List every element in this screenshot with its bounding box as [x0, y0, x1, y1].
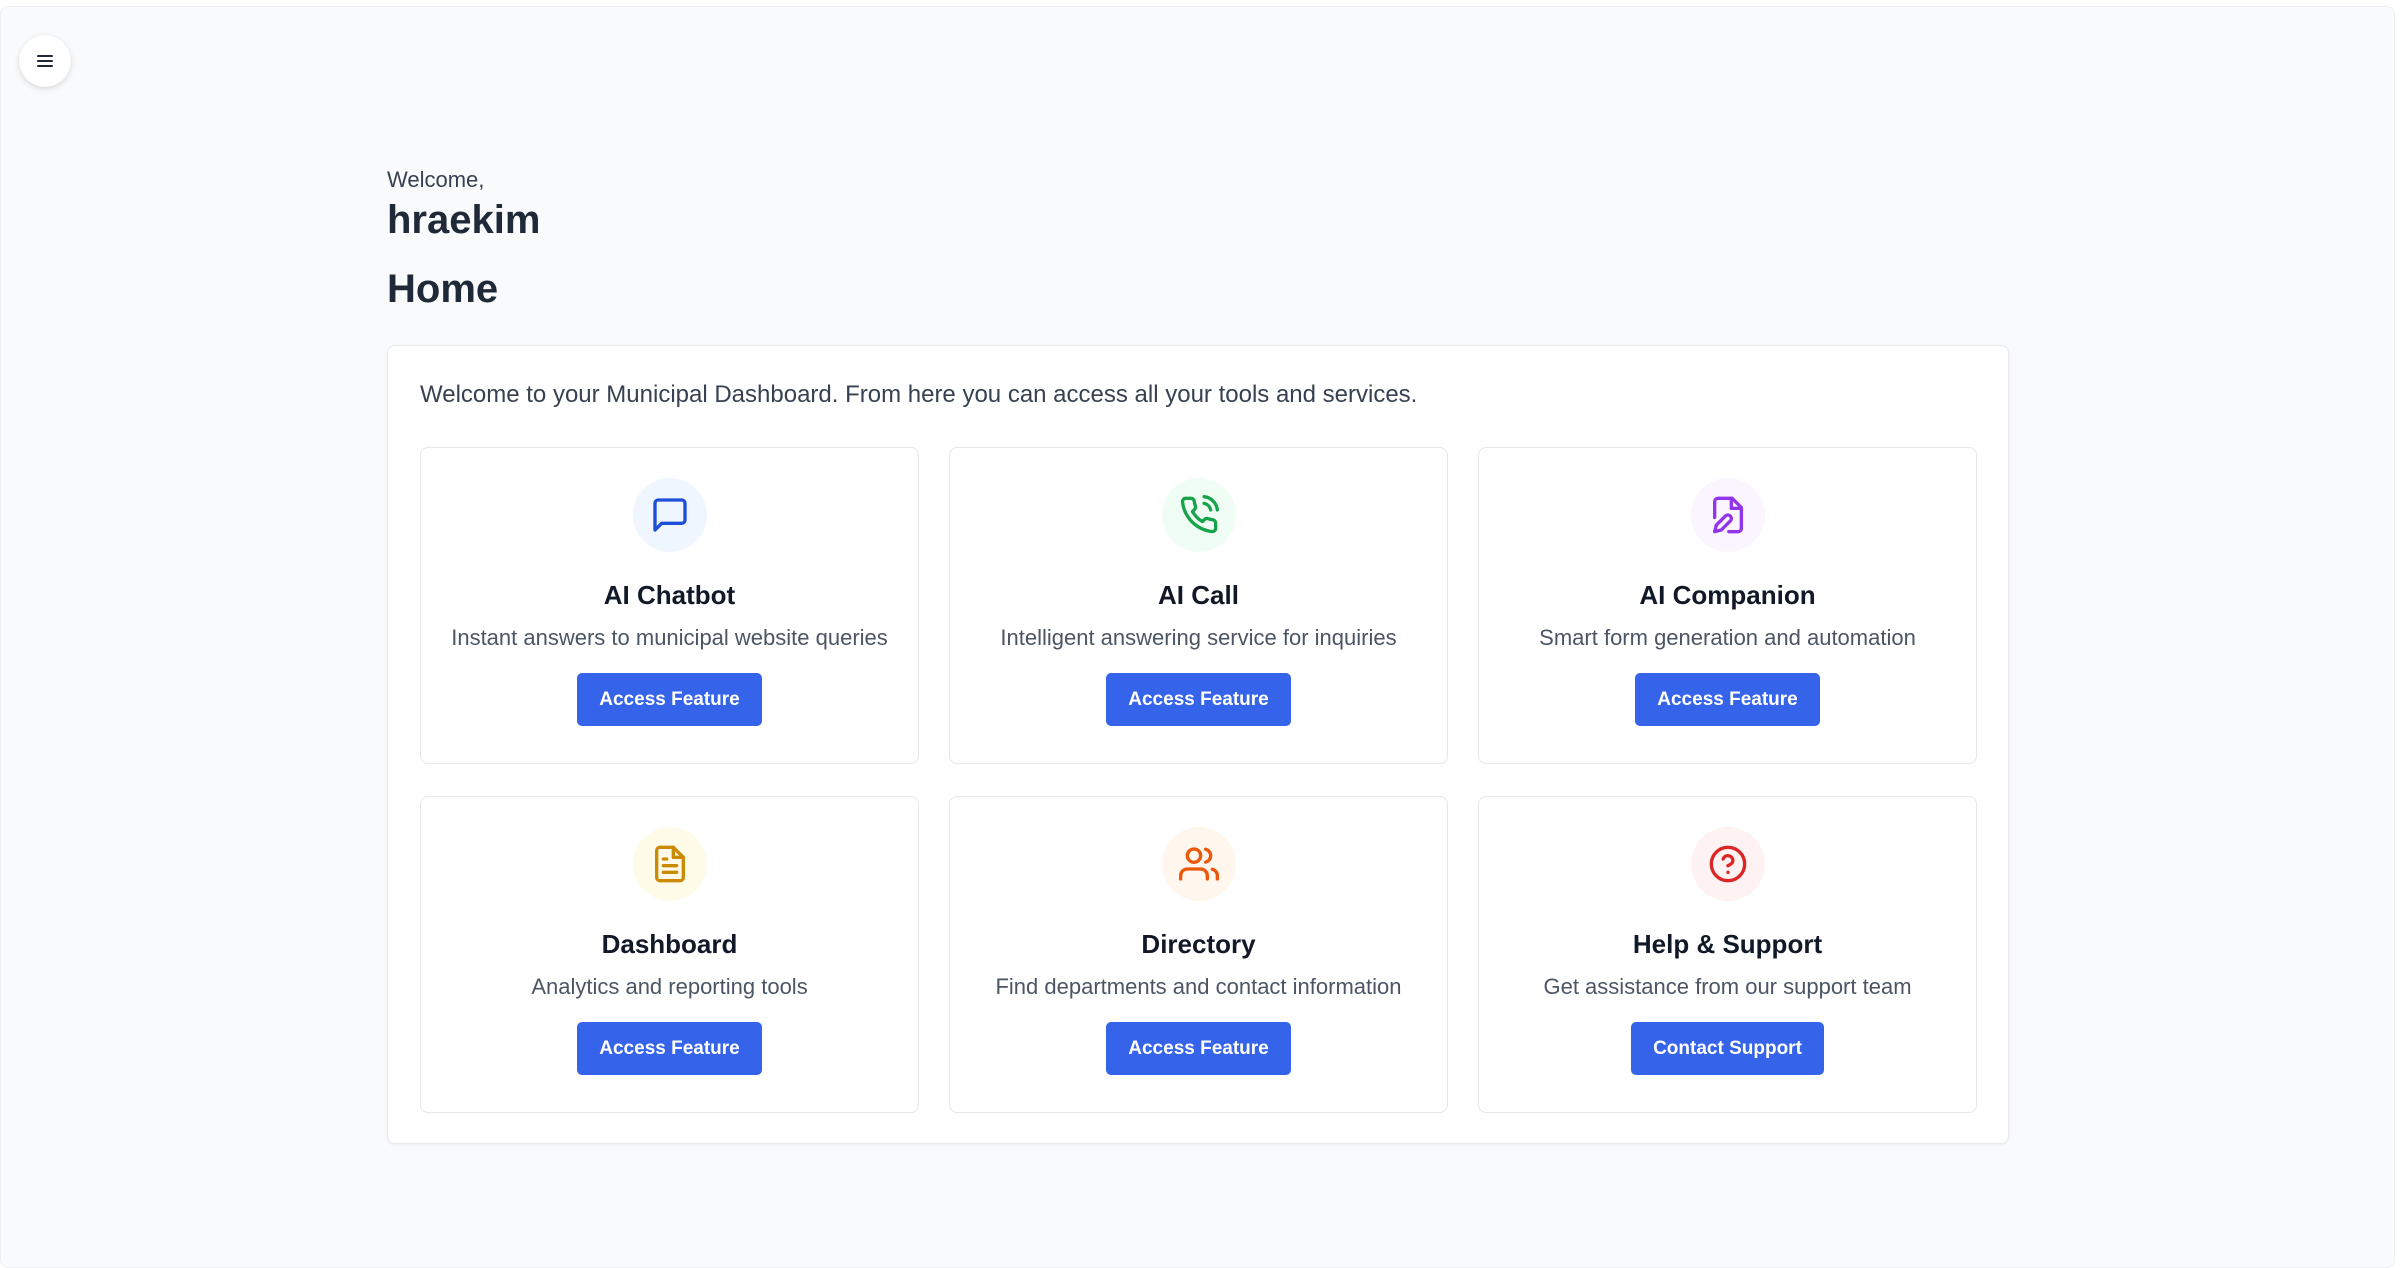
- access-feature-button-ai-call[interactable]: Access Feature: [1106, 673, 1291, 726]
- feature-description: Instant answers to municipal website que…: [451, 625, 888, 650]
- users-icon: [1178, 847, 1219, 881]
- access-feature-button-ai-companion[interactable]: Access Feature: [1635, 673, 1820, 726]
- feature-description: Find departments and contact information: [995, 974, 1402, 999]
- feature-title: AI Call: [1158, 580, 1239, 610]
- feature-description: Intelligent answering service for inquir…: [1000, 625, 1397, 650]
- icon-circle: [632, 827, 707, 901]
- username: hraekim: [387, 198, 541, 242]
- icon-circle: [1161, 827, 1236, 901]
- access-feature-button-ai-chatbot[interactable]: Access Feature: [577, 673, 762, 726]
- access-feature-button-dashboard[interactable]: Access Feature: [577, 1022, 762, 1075]
- feature-description: Analytics and reporting tools: [531, 974, 808, 999]
- app-frame: Welcome, hraekim Home Welcome to your Mu…: [0, 6, 2395, 1268]
- intro-text: Welcome to your Municipal Dashboard. Fro…: [420, 381, 1418, 408]
- page-title: Home: [387, 267, 499, 311]
- feature-grid: AI Chatbot Instant answers to municipal …: [420, 447, 1977, 1113]
- welcome-label: Welcome,: [387, 167, 485, 192]
- feature-card-directory: Directory Find departments and contact i…: [949, 796, 1448, 1113]
- hamburger-menu-icon: [37, 55, 53, 67]
- feature-card-ai-call: AI Call Intelligent answering service fo…: [949, 447, 1448, 764]
- main-card: Welcome to your Municipal Dashboard. Fro…: [387, 345, 2009, 1144]
- feature-card-help-support: Help & Support Get assistance from our s…: [1478, 796, 1977, 1113]
- icon-circle: [1690, 827, 1765, 901]
- feature-title: Dashboard: [601, 929, 738, 959]
- feature-title: AI Companion: [1639, 580, 1816, 610]
- message-square-icon: [652, 498, 687, 532]
- feature-title: Help & Support: [1632, 929, 1823, 959]
- feature-card-dashboard: Dashboard Analytics and reporting tools …: [420, 796, 919, 1113]
- menu-toggle-button[interactable]: [19, 35, 71, 87]
- feature-description: Smart form generation and automation: [1539, 625, 1916, 650]
- icon-circle: [632, 478, 707, 552]
- feature-description: Get assistance from our support team: [1543, 974, 1912, 999]
- greeting: Welcome, hraekim: [387, 165, 540, 245]
- file-text-icon: [654, 845, 685, 883]
- file-edit-icon: [1712, 496, 1743, 534]
- feature-card-ai-companion: AI Companion Smart form generation and a…: [1478, 447, 1977, 764]
- feature-card-ai-chatbot: AI Chatbot Instant answers to municipal …: [420, 447, 919, 764]
- phone-call-icon: [1180, 495, 1219, 534]
- icon-circle: [1690, 478, 1765, 552]
- feature-title: Directory: [1141, 929, 1256, 959]
- contact-support-button[interactable]: Contact Support: [1631, 1022, 1824, 1075]
- icon-circle: [1161, 478, 1236, 552]
- access-feature-button-directory[interactable]: Access Feature: [1106, 1022, 1291, 1075]
- feature-title: AI Chatbot: [603, 580, 736, 610]
- help-circle-icon: [1709, 845, 1746, 883]
